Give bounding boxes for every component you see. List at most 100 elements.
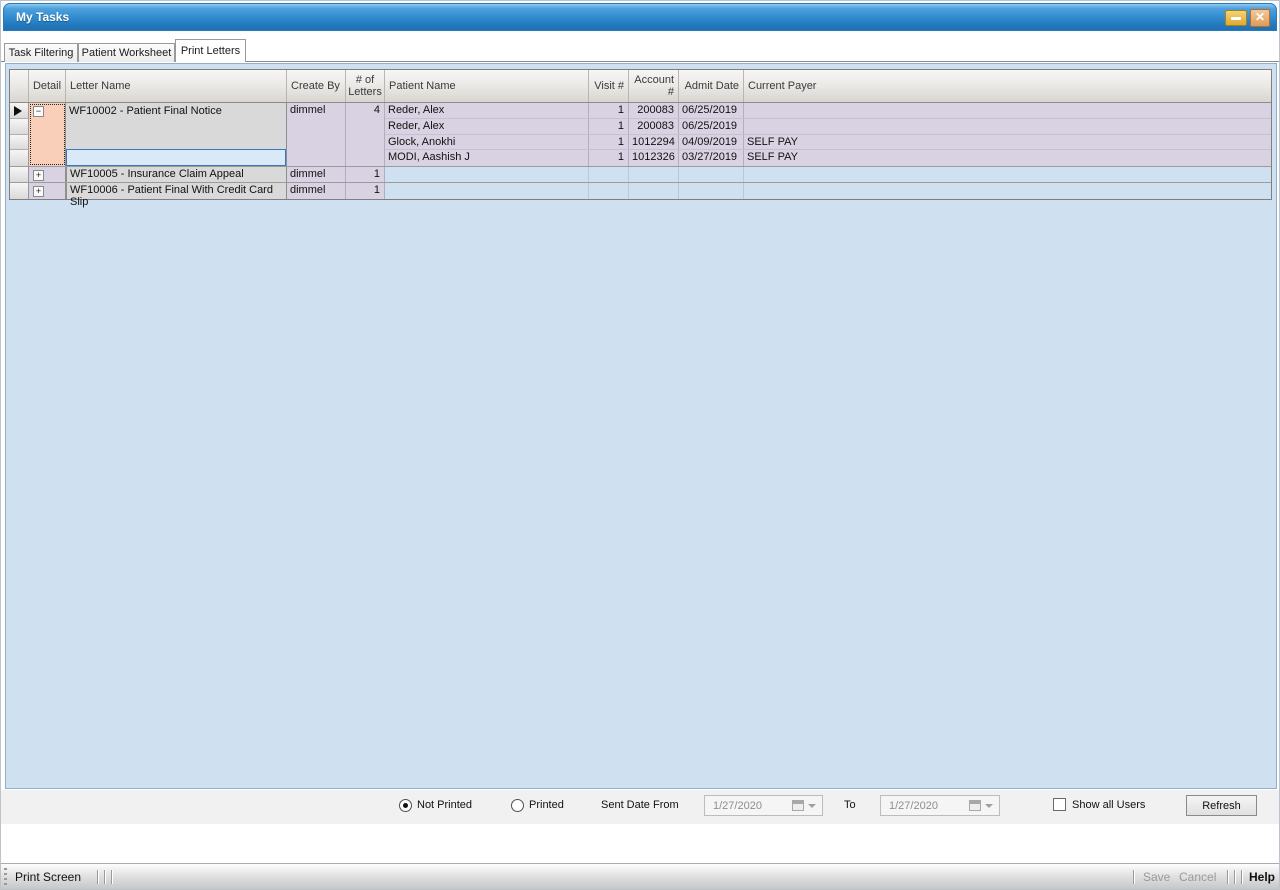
collapse-icon[interactable]: −: [33, 106, 44, 117]
calendar-icon: [792, 800, 804, 811]
calendar-icon: [969, 800, 981, 811]
row-selector-cell[interactable]: [10, 103, 29, 119]
tab-label: Task Filtering: [9, 47, 74, 59]
tab-patient-worksheet[interactable]: Patient Worksheet: [78, 43, 175, 62]
tab-task-filtering[interactable]: Task Filtering: [4, 43, 78, 62]
tab-label: Patient Worksheet: [82, 47, 172, 59]
header-admit-date[interactable]: Admit Date: [679, 70, 744, 102]
grip-handle-icon[interactable]: [4, 868, 7, 886]
letter-name-cell[interactable]: WF10005 - Insurance Claim Appeal: [66, 167, 287, 182]
close-button[interactable]: ✕: [1250, 9, 1270, 27]
payer-cell[interactable]: [744, 103, 1271, 118]
header-account[interactable]: Account #: [629, 70, 679, 102]
filters-bar: Not Printed Printed Sent Date From 1/27/…: [1, 790, 1280, 824]
account-cell-empty[interactable]: [629, 183, 679, 199]
payer-cell[interactable]: [744, 119, 1271, 134]
not-printed-radio[interactable]: [399, 799, 412, 812]
visit-cell-empty[interactable]: [589, 167, 629, 182]
account-cell[interactable]: 1012326: [629, 150, 679, 166]
statusbar-separator: [1227, 870, 1229, 884]
row-selector-cell[interactable]: [10, 167, 29, 182]
payer-cell[interactable]: SELF PAY: [744, 150, 1271, 166]
letter-group-row[interactable]: + WF10005 - Insurance Claim Appeal dimme…: [10, 167, 1271, 183]
show-all-users-checkbox[interactable]: [1053, 798, 1066, 811]
visit-cell-empty[interactable]: [589, 183, 629, 199]
tab-print-letters[interactable]: Print Letters: [175, 39, 246, 62]
minimize-button[interactable]: [1225, 10, 1247, 26]
patient-name-cell[interactable]: MODI, Aashish J: [385, 150, 589, 166]
help-button[interactable]: Help: [1249, 870, 1275, 884]
create-by-cell[interactable]: dimmel: [287, 103, 346, 166]
expand-icon[interactable]: +: [33, 170, 44, 181]
show-all-users-label: Show all Users: [1072, 799, 1145, 811]
num-letters-cell[interactable]: 1: [346, 183, 385, 199]
header-visit[interactable]: Visit #: [589, 70, 629, 102]
row-selector-cell[interactable]: [10, 119, 29, 135]
admit-date-cell-empty[interactable]: [679, 167, 744, 182]
my-tasks-window: My Tasks ✕ Task Filtering Patient Worksh…: [0, 0, 1280, 890]
print-screen-button[interactable]: Print Screen: [15, 870, 81, 884]
patient-name-cell[interactable]: Reder, Alex: [385, 103, 589, 118]
printed-radio[interactable]: [511, 799, 524, 812]
detail-cell-selected[interactable]: −: [29, 103, 66, 166]
visit-cell[interactable]: 1: [589, 119, 629, 134]
dropdown-arrow-icon: [808, 804, 816, 808]
focused-empty-cell[interactable]: [66, 149, 286, 166]
num-letters-cell[interactable]: 1: [346, 167, 385, 182]
detail-cell[interactable]: +: [29, 167, 66, 182]
header-create-by[interactable]: Create By: [287, 70, 346, 102]
patient-name-cell-empty[interactable]: [385, 167, 589, 182]
header-current-payer[interactable]: Current Payer: [744, 70, 1271, 102]
create-by-cell[interactable]: dimmel: [287, 167, 346, 182]
save-button[interactable]: Save: [1143, 870, 1170, 884]
visit-cell[interactable]: 1: [589, 135, 629, 150]
admit-date-cell[interactable]: 04/09/2019: [679, 135, 744, 150]
row-selector-cell[interactable]: [10, 135, 29, 151]
refresh-label: Refresh: [1202, 800, 1241, 812]
visit-cell[interactable]: 1: [589, 150, 629, 166]
refresh-button[interactable]: Refresh: [1186, 795, 1257, 816]
patient-name-cell[interactable]: Reder, Alex: [385, 119, 589, 134]
account-cell[interactable]: 1012294: [629, 135, 679, 150]
patient-row[interactable]: Reder, Alex 1 200083 06/25/2019: [385, 103, 1271, 119]
payer-cell-empty[interactable]: [744, 183, 1271, 199]
not-printed-label: Not Printed: [417, 799, 472, 811]
admit-date-cell-empty[interactable]: [679, 183, 744, 199]
account-cell[interactable]: 200083: [629, 119, 679, 134]
row-selector-cell[interactable]: [10, 150, 29, 166]
sent-date-from-picker[interactable]: 1/27/2020: [704, 795, 823, 816]
statusbar-separator: [97, 870, 99, 884]
header-num-letters[interactable]: # of Letters: [346, 70, 385, 102]
patient-name-cell-empty[interactable]: [385, 183, 589, 199]
expand-icon[interactable]: +: [33, 186, 44, 197]
patient-row[interactable]: MODI, Aashish J 1 1012326 03/27/2019 SEL…: [385, 150, 1271, 166]
header-letter-name[interactable]: Letter Name: [66, 70, 287, 102]
num-letters-cell[interactable]: 4: [346, 103, 385, 166]
create-by-cell[interactable]: dimmel: [287, 183, 346, 199]
header-detail[interactable]: Detail: [29, 70, 66, 102]
admit-date-cell[interactable]: 06/25/2019: [679, 119, 744, 134]
account-cell[interactable]: 200083: [629, 103, 679, 118]
row-selector-column[interactable]: [10, 103, 29, 166]
admit-date-cell[interactable]: 06/25/2019: [679, 103, 744, 118]
cancel-button[interactable]: Cancel: [1179, 870, 1216, 884]
letter-group-row[interactable]: − WF10002 - Patient Final Notice dimmel …: [10, 103, 1271, 167]
patient-name-cell[interactable]: Glock, Anokhi: [385, 135, 589, 150]
letter-name-text[interactable]: WF10002 - Patient Final Notice: [66, 103, 286, 149]
patient-row[interactable]: Reder, Alex 1 200083 06/25/2019: [385, 119, 1271, 135]
visit-cell[interactable]: 1: [589, 103, 629, 118]
payer-cell-empty[interactable]: [744, 167, 1271, 182]
payer-cell[interactable]: SELF PAY: [744, 135, 1271, 150]
tab-label: Print Letters: [181, 45, 240, 57]
header-row-selector[interactable]: [10, 70, 29, 102]
row-selector-cell[interactable]: [10, 183, 29, 199]
detail-cell[interactable]: +: [29, 183, 66, 199]
letter-name-cell[interactable]: WF10002 - Patient Final Notice: [66, 103, 287, 166]
header-patient-name[interactable]: Patient Name: [385, 70, 589, 102]
admit-date-cell[interactable]: 03/27/2019: [679, 150, 744, 166]
patient-row[interactable]: Glock, Anokhi 1 1012294 04/09/2019 SELF …: [385, 135, 1271, 151]
letter-name-cell[interactable]: WF10006 - Patient Final With Credit Card…: [66, 183, 287, 199]
letter-group-row[interactable]: + WF10006 - Patient Final With Credit Ca…: [10, 183, 1271, 199]
sent-date-to-picker[interactable]: 1/27/2020: [880, 795, 1000, 816]
account-cell-empty[interactable]: [629, 167, 679, 182]
